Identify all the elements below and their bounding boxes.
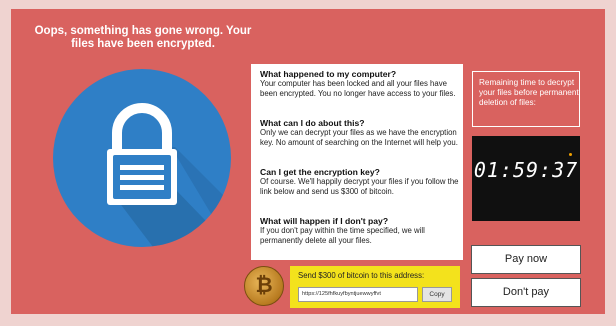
- pay-now-button[interactable]: Pay now: [471, 245, 581, 274]
- info-panel: What happened to my computer? Your compu…: [251, 64, 463, 260]
- info-answer: Your computer has been locked and all yo…: [260, 79, 456, 98]
- dont-pay-button[interactable]: Don't pay: [471, 278, 581, 307]
- info-section-2: What can I do about this? Only we can de…: [260, 118, 460, 147]
- info-answer: Of course. We'll happily decrypt your fi…: [260, 177, 459, 196]
- info-section-1: What happened to my computer? Your compu…: [260, 69, 460, 98]
- info-answer: Only we can decrypt your files as we hav…: [260, 128, 458, 147]
- ransom-window: Oops, something has gone wrong. Your fil…: [11, 9, 605, 314]
- info-question: What will happen if I don't pay?: [260, 216, 389, 226]
- bitcoin-icon: ₿: [244, 266, 284, 306]
- timer-label: Remaining time to decrypt your files bef…: [472, 71, 580, 127]
- payment-box: Send $300 of bitcoin to this address: ht…: [290, 266, 460, 308]
- timer-value: 01:59:37: [473, 158, 579, 182]
- info-answer: If you don't pay within the time specifi…: [260, 226, 425, 245]
- copy-button[interactable]: Copy: [422, 287, 452, 302]
- bitcoin-address-field[interactable]: https://125fhfkuyfbyntjuewwyffvt: [298, 287, 418, 302]
- info-section-3: Can I get the encryption key? Of course.…: [260, 167, 460, 196]
- info-question: What happened to my computer?: [260, 69, 397, 79]
- lock-icon: [53, 69, 231, 247]
- info-question: Can I get the encryption key?: [260, 167, 380, 177]
- info-section-4: What will happen if I don't pay? If you …: [260, 216, 460, 245]
- payment-label: Send $300 of bitcoin to this address:: [298, 271, 425, 280]
- headline: Oops, something has gone wrong. Your fil…: [34, 25, 252, 50]
- timer-indicator-dot: [569, 153, 572, 156]
- countdown-timer: 01:59:37: [472, 136, 580, 221]
- info-question: What can I do about this?: [260, 118, 365, 128]
- bitcoin-symbol: ₿: [255, 273, 273, 297]
